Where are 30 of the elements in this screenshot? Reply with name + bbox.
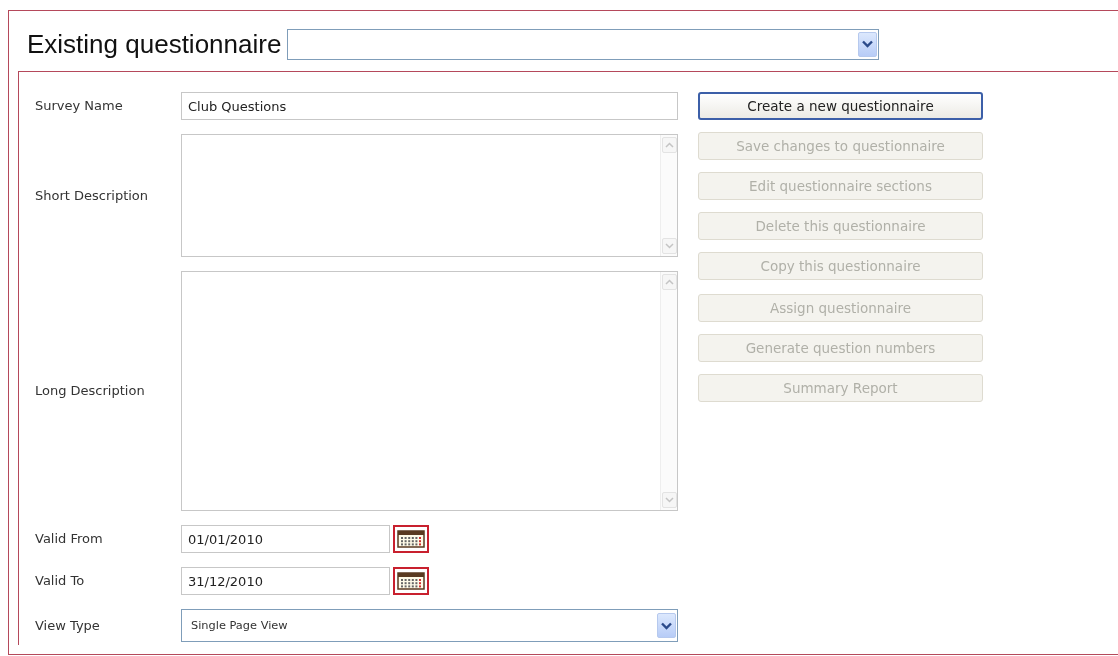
field-label: View Type [35, 616, 101, 635]
scroll-arrow-up-icon[interactable] [662, 137, 677, 153]
scrollbar[interactable] [660, 135, 677, 256]
dropdown-button[interactable] [657, 613, 676, 638]
calendar-button[interactable] [393, 525, 429, 553]
calendar-button[interactable] [393, 567, 429, 595]
dropdown-field[interactable] [287, 28, 880, 60]
text-input-field[interactable]: Club Questions [181, 92, 678, 120]
text-area-field[interactable] [181, 134, 678, 257]
page-title: Existing questionnaire [27, 31, 282, 57]
calendar-icon [397, 572, 425, 590]
selected-value: Single Page View [190, 616, 288, 634]
chevron-down-icon [862, 40, 874, 48]
scroll-arrow-down-icon[interactable] [662, 238, 677, 254]
scroll-arrow-down-icon[interactable] [662, 492, 677, 508]
action-button[interactable]: Create a new questionnaire [698, 92, 983, 120]
scrollbar[interactable] [660, 272, 677, 510]
field-label: Long Description [35, 382, 146, 401]
calendar-icon [397, 530, 425, 548]
field-label: Survey Name [35, 97, 124, 116]
text-area-field[interactable] [181, 271, 678, 511]
dropdown-field[interactable]: Single Page View [181, 609, 678, 642]
date-input-field[interactable]: 01/01/2010 [181, 525, 390, 553]
dropdown-button[interactable] [858, 31, 878, 57]
date-input-field[interactable]: 31/12/2010 [181, 567, 390, 595]
scroll-arrow-up-icon[interactable] [662, 274, 677, 290]
field-label: Valid From [35, 530, 104, 549]
field-label: Short Description [35, 186, 150, 205]
field-label: Valid To [35, 572, 86, 591]
chevron-down-icon [661, 621, 672, 630]
